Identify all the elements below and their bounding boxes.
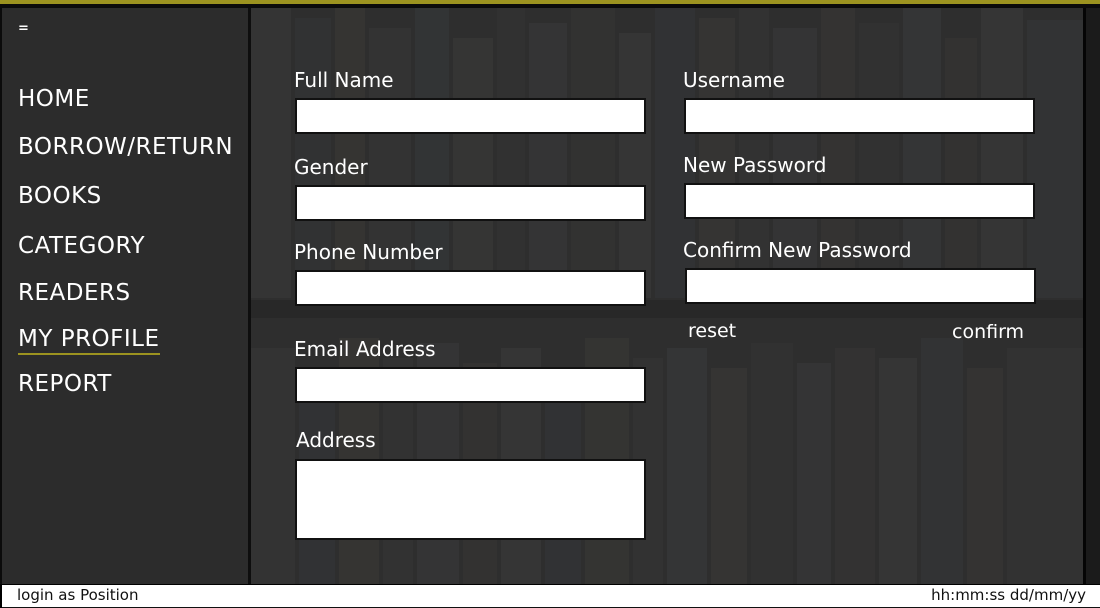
confirm-new-password-label: Confirm New Password [683, 238, 912, 262]
username-label: Username [683, 68, 785, 92]
address-label: Address [296, 428, 376, 452]
sidebar-item-report[interactable]: REPORT [18, 371, 112, 397]
gender-input[interactable] [295, 185, 646, 221]
sidebar-item-books[interactable]: BOOKS [18, 183, 102, 209]
sidebar-item-category[interactable]: CATEGORY [18, 233, 145, 259]
email-address-input[interactable] [295, 367, 646, 403]
gender-label: Gender [294, 155, 368, 179]
new-password-input[interactable] [684, 183, 1035, 219]
sidebar-item-borrow-return[interactable]: BORROW/RETURN [18, 134, 233, 160]
new-password-label: New Password [683, 153, 827, 177]
phone-number-label: Phone Number [294, 240, 443, 264]
datetime-text: hh:mm:ss dd/mm/yy [931, 586, 1086, 604]
menu-toggle-icon[interactable]: = [18, 22, 29, 36]
sidebar-item-readers[interactable]: READERS [18, 280, 131, 306]
address-textarea[interactable] [295, 459, 646, 540]
confirm-button[interactable]: confirm [952, 321, 1024, 343]
sidebar-item-my-profile[interactable]: MY PROFILE [18, 326, 160, 355]
profile-panel: Full Name Gender Phone Number Email Addr… [251, 8, 1083, 584]
full-name-label: Full Name [294, 68, 394, 92]
window-right-border-inner [1083, 8, 1086, 584]
sidebar-item-home[interactable]: HOME [18, 86, 90, 112]
reset-button[interactable]: reset [688, 320, 736, 342]
confirm-new-password-input[interactable] [685, 268, 1036, 304]
sidebar: = HOME BORROW/RETURN BOOKS CATEGORY READ… [2, 8, 248, 584]
email-address-label: Email Address [294, 337, 436, 361]
phone-number-input[interactable] [295, 270, 646, 306]
username-input[interactable] [684, 98, 1035, 134]
status-bar: login as Position hh:mm:ss dd/mm/yy [0, 584, 1100, 608]
full-name-input[interactable] [295, 98, 646, 134]
login-status-text: login as Position [17, 586, 139, 604]
